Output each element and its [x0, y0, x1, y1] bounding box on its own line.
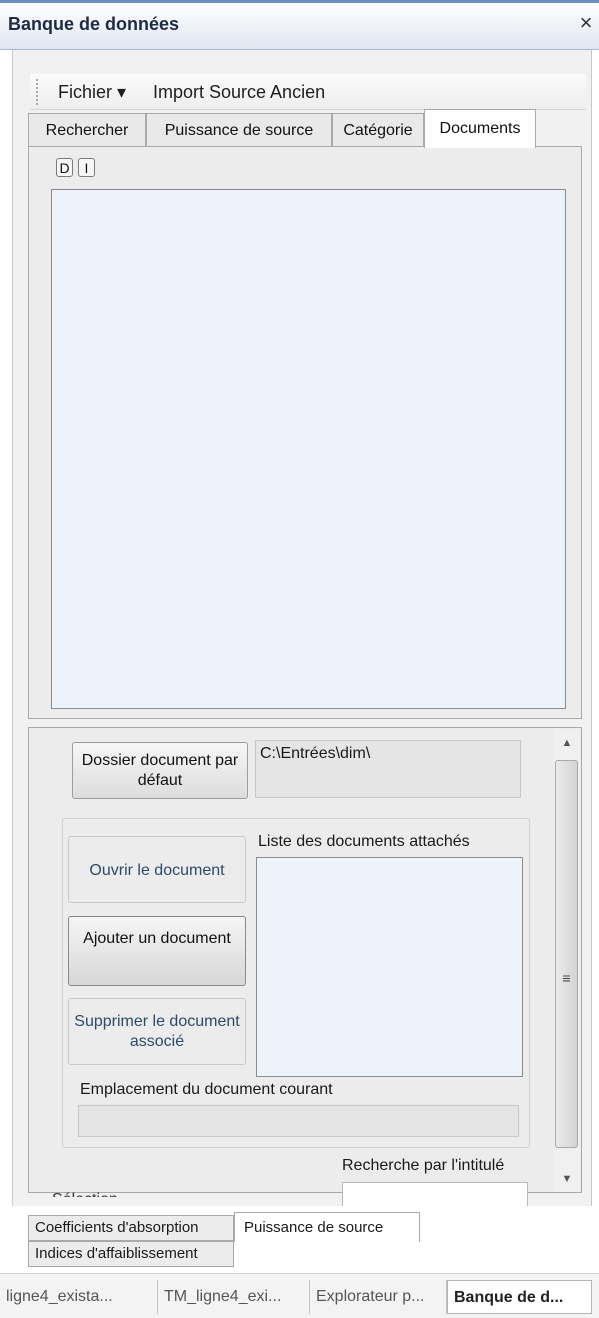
tab-indices-affaiblissement[interactable]: Indices d'affaiblissement — [28, 1241, 234, 1267]
search-by-title-label: Recherche par l'intitulé — [342, 1157, 505, 1174]
doc-tab-explorateur[interactable]: Explorateur p... — [310, 1280, 447, 1314]
attached-documents-label: Liste des documents attachés — [258, 833, 470, 850]
ajouter-document-button[interactable]: Ajouter un document — [68, 916, 246, 986]
selection-label: Sélection — [52, 1191, 118, 1197]
doc-tab-ligne4-existant[interactable]: ligne4_exista... — [0, 1280, 158, 1314]
search-by-title-input[interactable] — [342, 1182, 528, 1206]
scrollbar-grip-icon: ≡ — [562, 970, 571, 986]
tab-documents[interactable]: Documents — [424, 109, 536, 148]
doc-tab-banque-de-donnees[interactable]: Banque de d... — [447, 1280, 592, 1314]
i-button[interactable]: I — [78, 158, 95, 177]
document-viewer[interactable] — [51, 189, 566, 709]
ouvrir-document-button[interactable]: Ouvrir le document — [68, 836, 246, 903]
tab-categorie[interactable]: Catégorie — [332, 113, 424, 147]
import-source-ancien-button[interactable]: Import Source Ancien — [153, 77, 325, 107]
supprimer-document-button[interactable]: Supprimer le document associé — [68, 998, 246, 1065]
tab-coefficients-absorption[interactable]: Coefficients d'absorption — [28, 1215, 234, 1241]
default-folder-path: C:\Entrées\dim\ — [255, 740, 521, 798]
attached-documents-list[interactable] — [256, 857, 523, 1077]
dossier-document-par-defaut-button[interactable]: Dossier document par défaut — [72, 742, 248, 799]
current-document-location-field — [78, 1105, 519, 1137]
tab-rechercher[interactable]: Rechercher — [28, 113, 146, 147]
tab-puissance-de-source-bottom[interactable]: Puissance de source — [234, 1212, 420, 1242]
close-icon[interactable]: × — [575, 11, 597, 35]
menu-fichier[interactable]: Fichier ▾ — [58, 77, 126, 107]
tab-puissance-de-source[interactable]: Puissance de source — [146, 113, 332, 147]
scroll-up-icon[interactable]: ▲ — [556, 731, 578, 755]
d-button[interactable]: D — [56, 158, 73, 177]
current-document-location-label: Emplacement du document courant — [80, 1081, 333, 1098]
scroll-down-icon[interactable]: ▼ — [556, 1167, 578, 1191]
toolbar-grip-icon[interactable] — [36, 79, 38, 105]
scrollbar-thumb[interactable] — [555, 760, 578, 1148]
window-title: Banque de données — [8, 14, 180, 34]
doc-tab-tm-ligne4[interactable]: TM_ligne4_exi... — [158, 1280, 310, 1314]
